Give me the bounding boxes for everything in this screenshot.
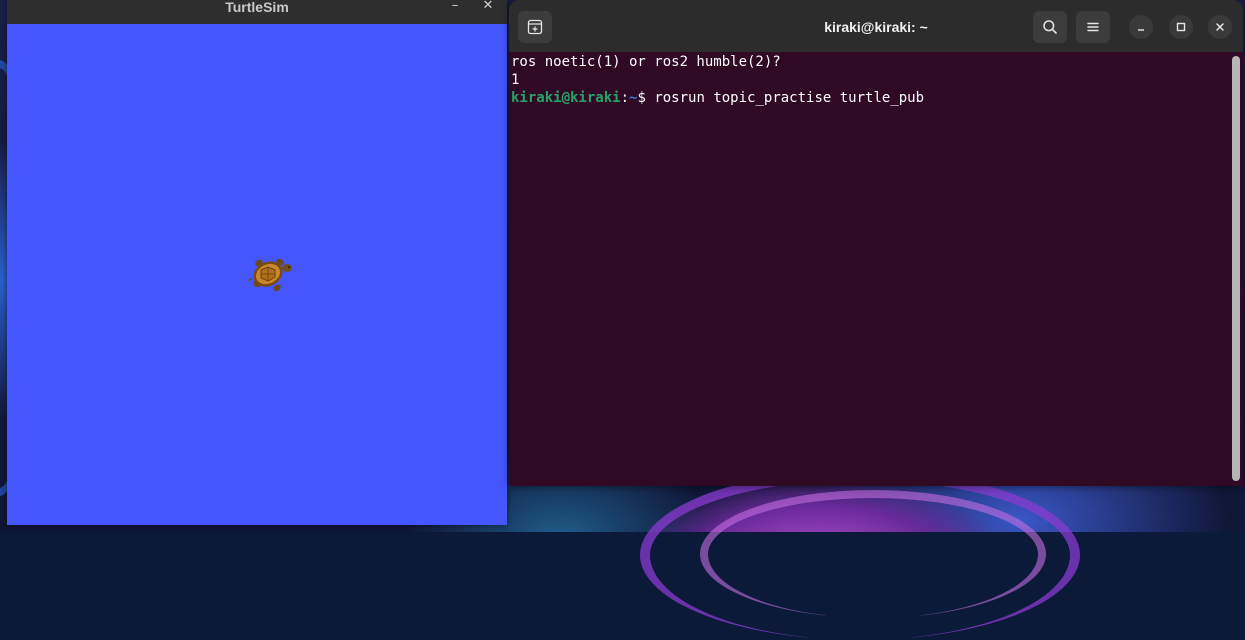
prompt-command: rosrun topic_practise turtle_pub — [654, 90, 925, 106]
terminal-window: kiraki@kiraki: ~ ros noetic(1) or ros2 h… — [509, 0, 1243, 486]
prompt-user-host: kiraki@kiraki — [511, 90, 621, 106]
terminal-prompt-line: kiraki@kiraki:~$ rosrun topic_practise t… — [511, 89, 1229, 107]
new-tab-button[interactable] — [518, 11, 552, 43]
close-icon: ✕ — [482, 0, 494, 13]
terminal-line: ros noetic(1) or ros2 humble(2)? — [511, 54, 781, 70]
maximize-button[interactable] — [1169, 15, 1193, 39]
turtlesim-window: TurtleSim – ✕ — [7, 0, 507, 525]
turtlesim-title: TurtleSim — [225, 0, 289, 15]
terminal-output[interactable]: ros noetic(1) or ros2 humble(2)? 1 kirak… — [511, 52, 1229, 486]
wallpaper-wave — [700, 490, 1046, 618]
terminal-headerbar[interactable]: kiraki@kiraki: ~ — [509, 0, 1243, 52]
menu-button[interactable] — [1076, 11, 1110, 43]
search-icon — [1043, 20, 1057, 34]
terminal-scrollbar[interactable] — [1232, 56, 1240, 481]
minimize-icon: – — [451, 0, 459, 13]
minimize-button[interactable]: – — [444, 0, 466, 14]
minimize-button[interactable] — [1129, 15, 1153, 39]
turtlesim-canvas — [7, 24, 507, 525]
hamburger-menu-icon — [1087, 22, 1099, 32]
minimize-icon — [1138, 29, 1144, 31]
turtlesim-titlebar[interactable]: TurtleSim – ✕ — [7, 0, 507, 24]
new-tab-icon — [527, 19, 543, 35]
terminal-line: 1 — [511, 72, 520, 88]
close-button[interactable]: ✕ — [477, 0, 499, 14]
close-icon — [1216, 23, 1224, 31]
search-button[interactable] — [1033, 11, 1067, 43]
prompt-separator: : — [620, 90, 630, 106]
turtle-icon — [247, 258, 292, 292]
close-button[interactable] — [1208, 15, 1232, 39]
maximize-icon — [1176, 22, 1186, 32]
prompt-symbol: $ — [637, 90, 655, 106]
